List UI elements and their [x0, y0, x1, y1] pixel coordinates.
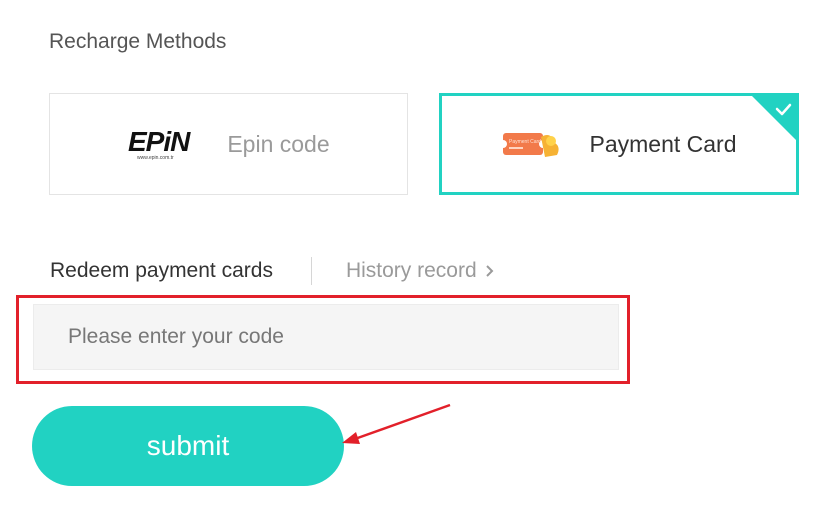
card-icon-text: Payment Card [509, 139, 541, 145]
highlight-box-annotation [16, 295, 630, 384]
epin-logo-subtext: www.epin.com.tr [137, 155, 174, 161]
redeem-tabs: Redeem payment cards History record [50, 256, 495, 286]
annotation-arrow-icon [342, 403, 451, 444]
tab-redeem-payment-cards[interactable]: Redeem payment cards [50, 259, 273, 283]
method-payment-card-label: Payment Card [589, 130, 737, 157]
epin-logo-text: EPiN [128, 127, 191, 157]
recharge-page: Recharge Methods EPiN www.epin.com.tr Ep… [0, 0, 817, 505]
method-epin-code[interactable]: EPiN www.epin.com.tr Epin code [49, 93, 408, 195]
epin-logo: EPiN www.epin.com.tr [128, 127, 192, 161]
tab-history-label: History record [345, 259, 477, 282]
payment-card-icon: Payment Card [501, 133, 560, 157]
selected-check-icon [752, 96, 796, 140]
tab-history-record[interactable]: History record [346, 259, 495, 283]
submit-button[interactable]: submit [32, 406, 344, 486]
method-payment-card[interactable]: Payment Card Payment Card [439, 93, 799, 195]
tab-divider [310, 257, 312, 285]
method-epin-label: Epin code [227, 130, 330, 157]
recharge-methods-title: Recharge Methods [49, 30, 227, 53]
chevron-right-icon [485, 265, 494, 277]
